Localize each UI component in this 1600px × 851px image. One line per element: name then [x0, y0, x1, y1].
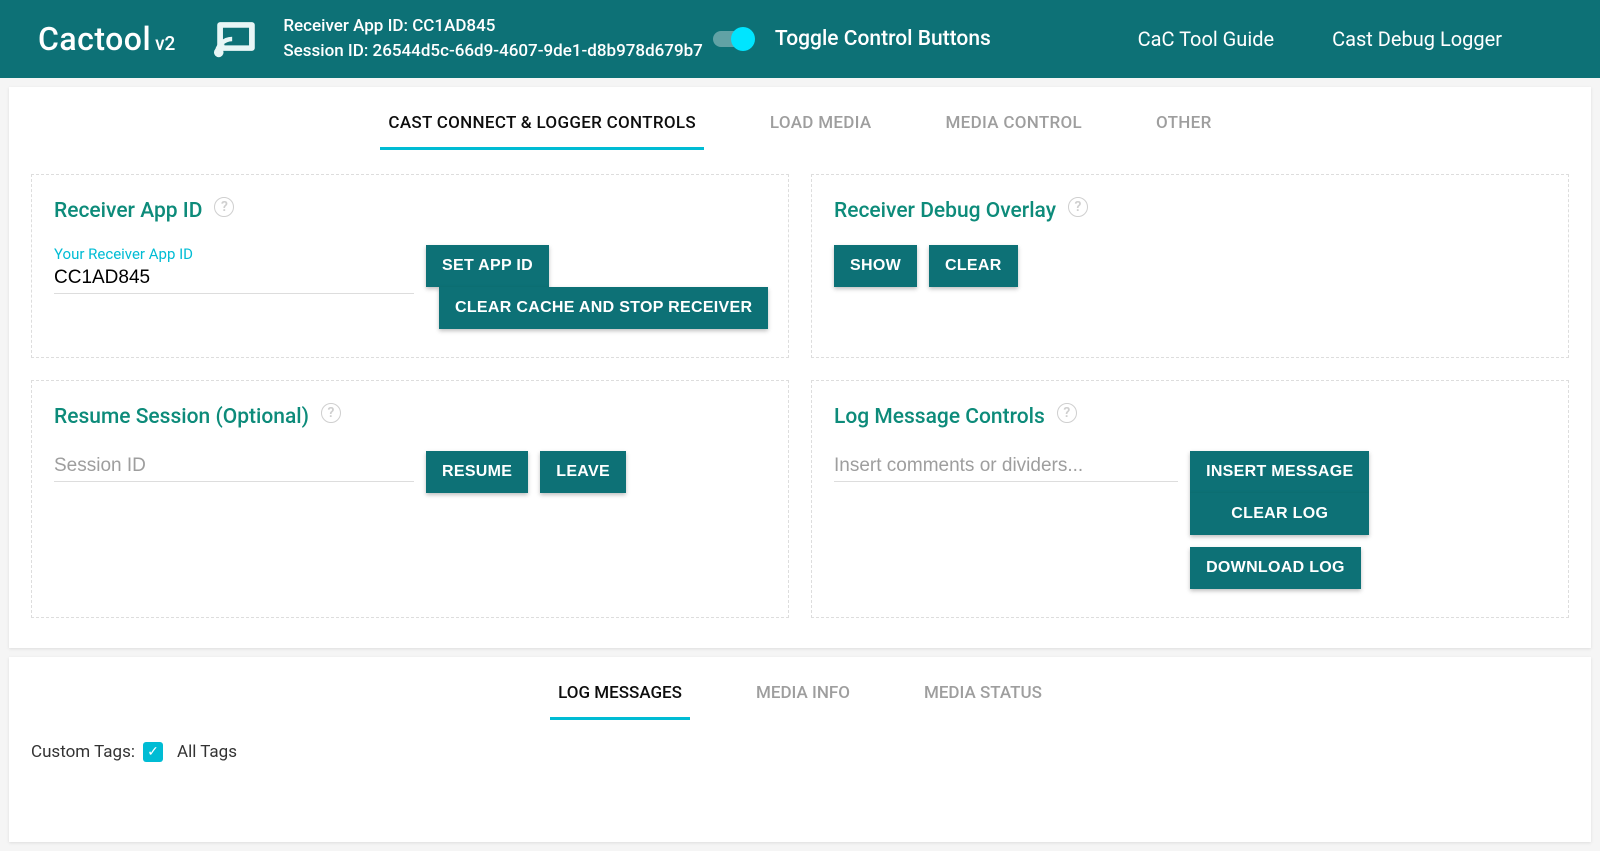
- session-info: Receiver App ID: CC1AD845 Session ID: 26…: [283, 14, 703, 65]
- main-tabs: CAST CONNECT & LOGGER CONTROLS LOAD MEDI…: [9, 87, 1591, 150]
- cards-grid: Receiver App ID ? Your Receiver App ID S…: [9, 150, 1591, 648]
- card-body: INSERT MESSAGE CLEAR LOG DOWNLOAD LOG: [834, 451, 1546, 589]
- card-title-row: Receiver App ID ?: [54, 199, 766, 223]
- help-icon[interactable]: ?: [1057, 403, 1077, 423]
- toggle-label: Toggle Control Buttons: [775, 27, 991, 51]
- log-body: Custom Tags: ✓ All Tags: [9, 720, 1591, 842]
- tab-load-media[interactable]: LOAD MEDIA: [762, 99, 880, 150]
- download-log-button[interactable]: DOWNLOAD LOG: [1190, 547, 1361, 589]
- card-title: Receiver App ID: [54, 199, 202, 223]
- clear-overlay-button[interactable]: CLEAR: [929, 245, 1018, 287]
- card-title: Receiver Debug Overlay: [834, 199, 1056, 223]
- tab-log-messages[interactable]: LOG MESSAGES: [550, 669, 690, 720]
- card-receiver-app-id: Receiver App ID ? Your Receiver App ID S…: [31, 174, 789, 358]
- session-id-field: [54, 451, 414, 482]
- help-icon[interactable]: ?: [321, 403, 341, 423]
- card-resume-session: Resume Session (Optional) ? RESUME LEAVE: [31, 380, 789, 618]
- toggle-control-buttons-group: Toggle Control Buttons: [713, 27, 991, 51]
- session-id-input[interactable]: [54, 451, 414, 482]
- button-group: INSERT MESSAGE CLEAR LOG DOWNLOAD LOG: [1190, 451, 1546, 589]
- toggle-control-buttons[interactable]: [713, 31, 753, 47]
- app-logo: Cactool v2: [38, 20, 175, 58]
- all-tags-checkbox[interactable]: ✓: [143, 742, 163, 762]
- cast-icon[interactable]: [209, 16, 263, 62]
- tab-other[interactable]: OTHER: [1148, 99, 1220, 150]
- card-title: Log Message Controls: [834, 405, 1045, 429]
- tab-media-status[interactable]: MEDIA STATUS: [916, 669, 1050, 720]
- tab-cast-connect[interactable]: CAST CONNECT & LOGGER CONTROLS: [380, 99, 704, 150]
- link-cast-debug-logger[interactable]: Cast Debug Logger: [1332, 27, 1502, 51]
- card-title-row: Resume Session (Optional) ?: [54, 405, 766, 429]
- help-icon[interactable]: ?: [214, 197, 234, 217]
- card-body: RESUME LEAVE: [54, 451, 766, 493]
- app-header: Cactool v2 Receiver App ID: CC1AD845 Ses…: [0, 0, 1600, 78]
- field-label: Your Receiver App ID: [54, 245, 414, 263]
- card-title: Resume Session (Optional): [54, 405, 309, 429]
- tab-media-control[interactable]: MEDIA CONTROL: [938, 99, 1091, 150]
- link-cac-tool-guide[interactable]: CaC Tool Guide: [1138, 27, 1274, 51]
- show-overlay-button[interactable]: SHOW: [834, 245, 917, 287]
- card-body: Your Receiver App ID SET APP ID CLEAR CA…: [54, 245, 766, 329]
- card-title-row: Log Message Controls ?: [834, 405, 1546, 429]
- tab-media-info[interactable]: MEDIA INFO: [748, 669, 858, 720]
- clear-cache-stop-button[interactable]: CLEAR CACHE AND STOP RECEIVER: [439, 287, 768, 329]
- logo-main: Cactool: [38, 20, 151, 58]
- resume-button[interactable]: RESUME: [426, 451, 528, 493]
- all-tags-label: All Tags: [177, 742, 237, 762]
- card-log-controls: Log Message Controls ? INSERT MESSAGE CL…: [811, 380, 1569, 618]
- receiver-app-id-line: Receiver App ID: CC1AD845: [283, 14, 703, 40]
- session-id-line: Session ID: 26544d5c-66d9-4607-9de1-d8b9…: [283, 39, 703, 65]
- header-links: CaC Tool Guide Cast Debug Logger: [1138, 27, 1502, 51]
- log-message-input[interactable]: [834, 451, 1178, 482]
- button-group: SET APP ID CLEAR CACHE AND STOP RECEIVER: [426, 245, 755, 329]
- help-icon[interactable]: ?: [1068, 197, 1088, 217]
- card-title-row: Receiver Debug Overlay ?: [834, 199, 1546, 223]
- receiver-app-id-field: Your Receiver App ID: [54, 245, 414, 294]
- main-panel: CAST CONNECT & LOGGER CONTROLS LOAD MEDI…: [9, 87, 1591, 648]
- custom-tags-label: Custom Tags:: [31, 742, 135, 762]
- leave-button[interactable]: LEAVE: [540, 451, 626, 493]
- logo-version: v2: [155, 32, 175, 55]
- receiver-app-id-input[interactable]: [54, 263, 414, 294]
- clear-log-button[interactable]: CLEAR LOG: [1190, 493, 1369, 535]
- set-app-id-button[interactable]: SET APP ID: [426, 245, 549, 287]
- card-debug-overlay: Receiver Debug Overlay ? SHOW CLEAR: [811, 174, 1569, 358]
- insert-message-button[interactable]: INSERT MESSAGE: [1190, 451, 1369, 493]
- log-tabs: LOG MESSAGES MEDIA INFO MEDIA STATUS: [9, 657, 1591, 720]
- button-column: INSERT MESSAGE CLEAR LOG: [1190, 451, 1369, 535]
- log-panel: LOG MESSAGES MEDIA INFO MEDIA STATUS Cus…: [9, 657, 1591, 842]
- button-group: SHOW CLEAR: [834, 245, 1546, 287]
- button-group: RESUME LEAVE: [426, 451, 626, 493]
